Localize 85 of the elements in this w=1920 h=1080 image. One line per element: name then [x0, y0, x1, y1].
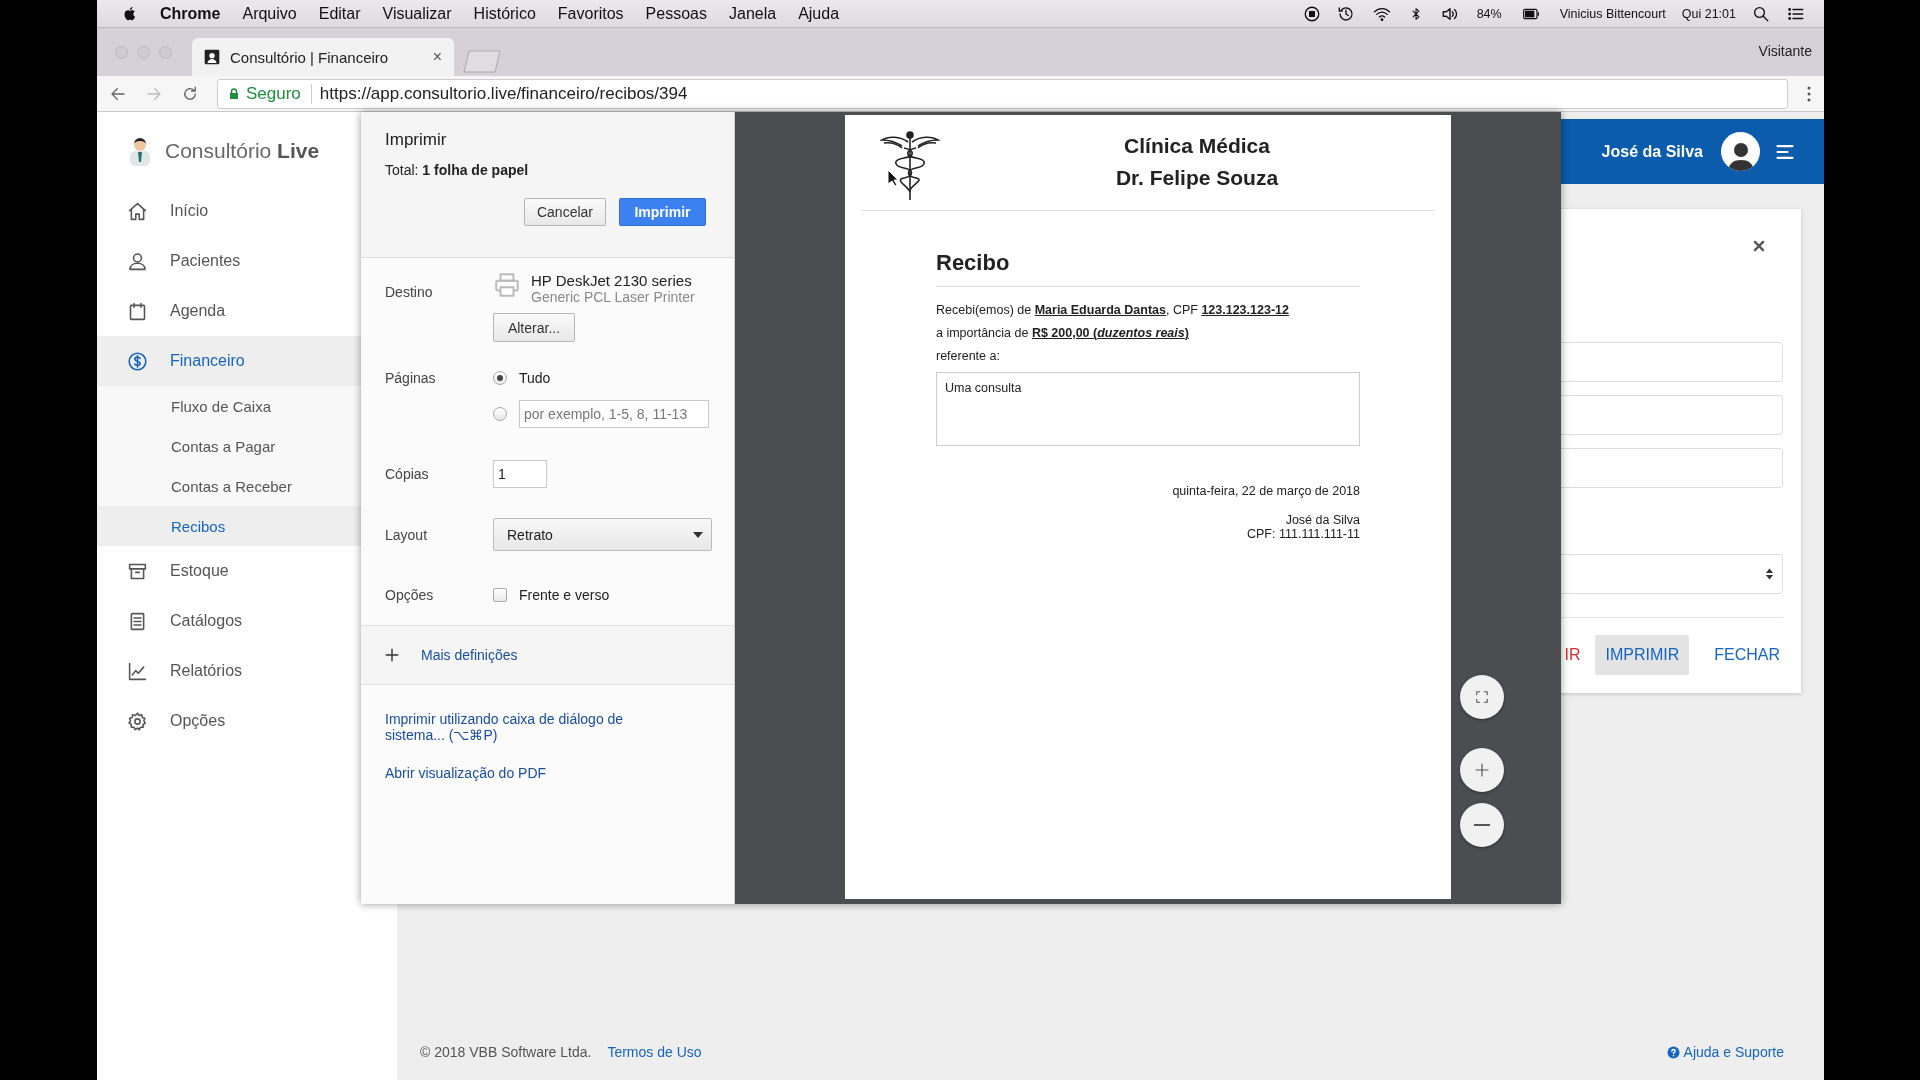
- zoom-in-button[interactable]: [1460, 748, 1504, 792]
- app-logo-text: Consultório Live: [165, 139, 320, 163]
- signer-cpf: CPF: 111.111.111-11: [1246, 527, 1360, 541]
- sheet-total: Total: 1 folha de papel: [385, 162, 530, 178]
- radio-button[interactable]: [493, 371, 507, 385]
- lock-icon: [228, 86, 240, 101]
- page-range-field[interactable]: por exemplo, 1-5, 8, 11-13: [519, 400, 709, 428]
- minus-icon: [1474, 824, 1490, 826]
- plus-icon[interactable]: [385, 648, 399, 662]
- receipt-text: a importância de R$ 200,00 (duzentos reais): [936, 326, 1189, 340]
- clock-icon[interactable]: [1336, 4, 1355, 23]
- checkbox-label[interactable]: Frente e verso: [519, 587, 610, 603]
- receipt-date: quinta-feira, 22 de março de 2018: [1172, 484, 1360, 498]
- person-icon: [127, 250, 148, 272]
- search-icon[interactable]: [1752, 4, 1770, 23]
- menu-item[interactable]: Histórico: [473, 4, 536, 23]
- dollar-icon: [127, 350, 148, 372]
- calendar-icon: [127, 300, 148, 322]
- security-label: Seguro: [246, 83, 301, 104]
- help-icon: [1666, 1045, 1680, 1059]
- menu-item[interactable]: Favoritos: [557, 4, 624, 23]
- app-menu[interactable]: Chrome: [160, 4, 221, 23]
- fit-to-page-button[interactable]: [1460, 675, 1504, 719]
- home-icon: [127, 200, 148, 222]
- terms-link[interactable]: Termos de Uso: [607, 1044, 702, 1060]
- open-pdf-link[interactable]: Abrir visualização do PDF: [385, 765, 710, 781]
- battery-percentage: 84%: [1476, 6, 1502, 21]
- printer-name: HP DeskJet 2130 series: [531, 272, 693, 289]
- destination-label: Destino: [385, 284, 433, 300]
- reload-icon[interactable]: [181, 84, 199, 103]
- options-label: Opções: [385, 587, 434, 603]
- mouse-cursor-icon: [887, 169, 899, 187]
- clinic-name: Clínica Médica: [1124, 133, 1270, 159]
- receipt-text: referente a:: [936, 349, 1000, 363]
- layout-dropdown[interactable]: Retrato: [493, 518, 712, 551]
- dialog-button[interactable]: IMPRIMIR: [1595, 635, 1690, 675]
- checkbox[interactable]: [493, 588, 507, 602]
- radio-label[interactable]: Tudo: [519, 370, 551, 386]
- change-button[interactable]: Alterar...: [493, 313, 575, 342]
- menu-item[interactable]: Arquivo: [242, 4, 297, 23]
- more-menu-icon[interactable]: [1806, 84, 1812, 103]
- doctor-logo-icon: [127, 136, 153, 166]
- copies-label: Cópias: [385, 466, 429, 482]
- tab-favicon-icon: [204, 49, 220, 65]
- user-name[interactable]: Vinicius Bittencourt: [1559, 6, 1666, 21]
- cancel-button[interactable]: Cancelar: [523, 198, 606, 226]
- user-name[interactable]: José da Silva: [1601, 142, 1703, 161]
- caret-icon: [693, 531, 703, 538]
- address-bar[interactable]: Seguro https://app.consultorio.live/financeiro/recibos/394: [217, 78, 1788, 109]
- print-button[interactable]: Imprimir: [619, 198, 706, 226]
- caduceus-icon: [880, 130, 940, 202]
- line-chart-icon: [127, 660, 148, 682]
- copyright-text: © 2018 VBB Software Ltda.: [420, 1044, 592, 1060]
- profile-label[interactable]: Visitante: [1758, 43, 1812, 59]
- printer-driver: Generic PCL Laser Printer: [531, 289, 695, 305]
- system-dialog-link[interactable]: Imprimir utilizando caixa de diálogo de sistema... (⌥⌘P): [385, 711, 655, 743]
- print-title: Imprimir: [385, 130, 448, 150]
- fit-icon: [1475, 690, 1489, 704]
- menu-item[interactable]: Janela: [729, 4, 777, 23]
- zoom-out-button[interactable]: [1460, 803, 1504, 847]
- plus-icon: [1474, 762, 1490, 778]
- sort-caret-icon: [1765, 567, 1774, 581]
- menu-item[interactable]: Editar: [318, 4, 361, 23]
- record-icon[interactable]: [1302, 4, 1321, 23]
- menu-item[interactable]: Pessoas: [645, 4, 707, 23]
- menu-item[interactable]: Visualizar: [382, 4, 452, 23]
- receipt-title: Recibo: [936, 250, 1010, 275]
- signer-name: José da Silva: [1285, 513, 1360, 527]
- radio-button[interactable]: [493, 407, 507, 421]
- doctor-name: Dr. Felipe Souza: [1115, 165, 1279, 191]
- clock[interactable]: Qui 21:01: [1681, 6, 1736, 21]
- dialog-button[interactable]: FECHAR: [1704, 635, 1790, 675]
- copies-field[interactable]: 1: [493, 460, 547, 488]
- printer-icon: [493, 272, 521, 298]
- apple-icon: [123, 5, 138, 22]
- receipt-text: Recebi(emos) de Maria Eduarda Dantas, CPF 123.123.123-12: [936, 303, 1289, 317]
- url-text: https://app.consultorio.live/financeiro/recibos/394: [319, 83, 688, 104]
- more-settings-link[interactable]: Mais definições: [421, 647, 518, 663]
- menu-item[interactable]: Ajuda: [798, 4, 840, 23]
- help-link[interactable]: Ajuda e Suporte: [1666, 1044, 1784, 1060]
- avatar[interactable]: [1721, 132, 1760, 171]
- gear-icon: [127, 710, 148, 732]
- close-icon[interactable]: [1752, 239, 1766, 253]
- description-box: Uma consulta: [936, 372, 1360, 446]
- browser-tab[interactable]: Consultório | Financeiro ×: [192, 38, 454, 76]
